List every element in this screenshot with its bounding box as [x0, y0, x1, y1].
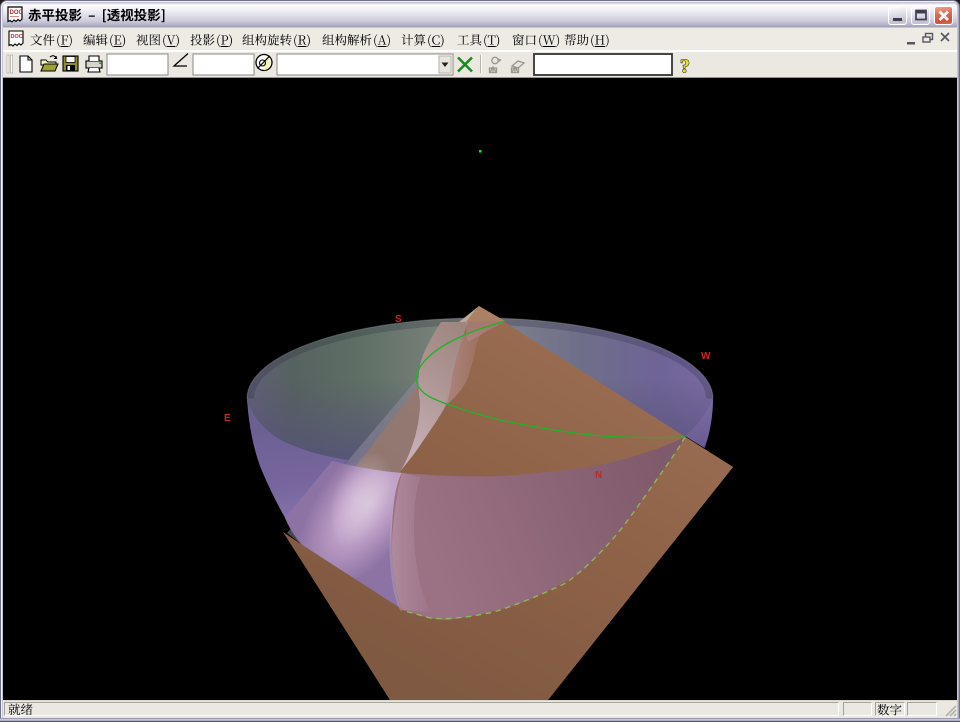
- svg-text:?: ?: [680, 56, 690, 78]
- svg-text:S: S: [395, 314, 402, 325]
- svg-text:W: W: [701, 351, 711, 362]
- svg-text:E: E: [224, 413, 231, 424]
- svg-text:N: N: [595, 470, 602, 481]
